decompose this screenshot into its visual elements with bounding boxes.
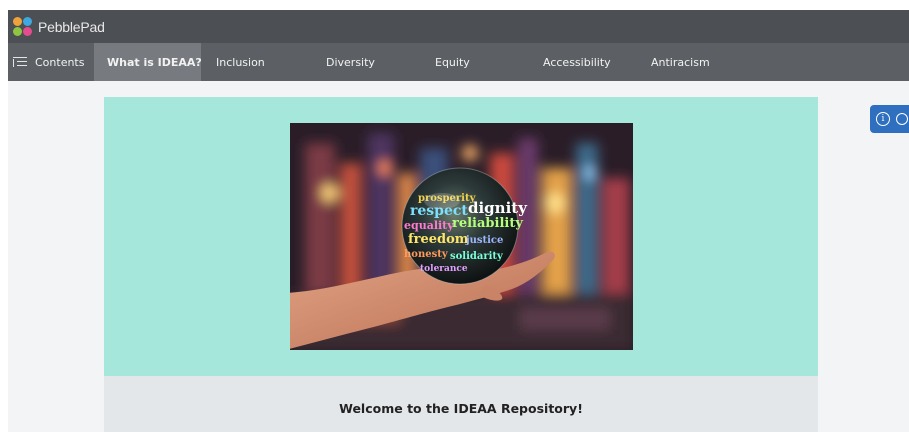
pebblepad-logo[interactable]: PebblePad [13,16,105,37]
list-icon [13,56,27,68]
tab-equity[interactable]: Equity [420,43,529,81]
info-comment-button[interactable]: i [870,105,909,133]
welcome-heading: Welcome to the IDEAA Repository! [339,401,583,416]
page: PebblePad Contents What is IDEAA? Inclus… [0,0,909,432]
app-header: PebblePad [8,10,909,43]
tab-antiracism[interactable]: Antiracism [638,43,748,81]
pebblepad-logo-icon [13,16,33,37]
info-icon: i [876,112,890,126]
svg-text:equality: equality [404,219,454,232]
svg-text:dignity: dignity [468,199,528,217]
svg-text:reliability: reliability [452,216,523,231]
tab-label: Diversity [326,55,375,69]
tab-label: Antiracism [651,55,710,69]
tab-label: Inclusion [216,55,265,69]
tab-inclusion[interactable]: Inclusion [201,43,311,81]
contents-button[interactable]: Contents [8,43,94,81]
hero-image: prosperity respect dignity equality reli… [290,123,633,350]
tab-accessibility[interactable]: Accessibility [529,43,638,81]
tab-label: Accessibility [543,55,611,69]
tab-label: Equity [435,55,470,69]
svg-text:solidarity: solidarity [450,251,504,262]
svg-text:justice: justice [465,235,503,246]
app-name: PebblePad [38,18,105,35]
svg-text:tolerance: tolerance [420,264,468,274]
tab-label: What is IDEAA? [107,55,202,69]
tab-diversity[interactable]: Diversity [311,43,420,81]
section-nav: Contents What is IDEAA? Inclusion Divers… [8,43,909,81]
hand-globe-illustration: prosperity respect dignity equality reli… [290,123,633,350]
tab-what-is-ideaa[interactable]: What is IDEAA? [94,43,202,81]
contents-label: Contents [35,55,85,69]
comment-icon [896,113,908,125]
svg-text:honesty: honesty [404,249,449,260]
svg-text:freedom: freedom [408,232,469,247]
